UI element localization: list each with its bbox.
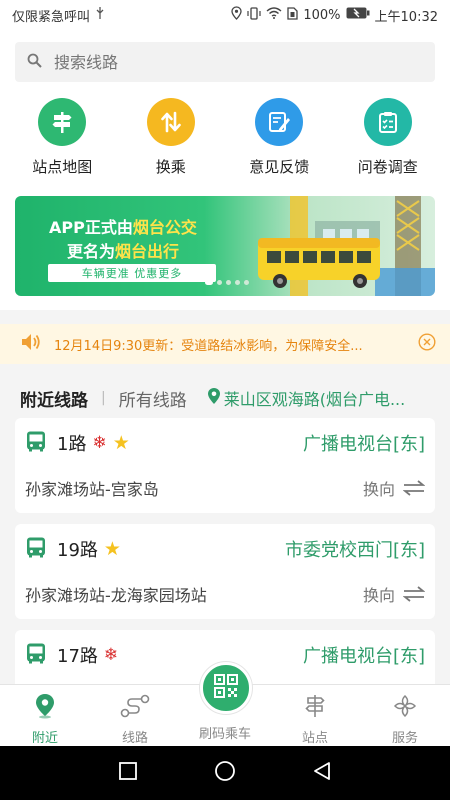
banner-dot[interactable] bbox=[217, 280, 222, 285]
swap-direction-button[interactable]: 换向 bbox=[363, 582, 425, 606]
banner-slogan: 车辆更准 优惠更多 bbox=[48, 264, 216, 282]
quick-transfer-label: 换乘 bbox=[155, 158, 186, 176]
tab-all-routes[interactable]: 所有线路 bbox=[119, 386, 187, 411]
qr-code-icon bbox=[213, 673, 239, 703]
swap-icon bbox=[403, 480, 425, 496]
snowflake-icon: ❄ bbox=[103, 645, 119, 665]
nav-routes-label: 线路 bbox=[121, 731, 148, 746]
route-destination: 广播电视台[东] bbox=[302, 434, 425, 455]
route-endpoints: 孙家滩场站-龙海家园场站 bbox=[25, 586, 207, 605]
location-pin-icon bbox=[207, 387, 221, 409]
signpost-icon bbox=[302, 693, 328, 723]
battery-percent: 100% bbox=[303, 7, 341, 23]
promo-banner[interactable]: APP正式由烟台公交 更名为烟台出行 车辆更准 优惠更多 bbox=[15, 196, 435, 296]
location-status-icon bbox=[231, 6, 243, 24]
nav-nearby-label: 附近 bbox=[31, 731, 58, 746]
back-button[interactable] bbox=[312, 761, 332, 785]
wifi-icon bbox=[266, 7, 282, 23]
system-nav-bar bbox=[0, 746, 450, 800]
tab-nearby-routes[interactable]: 附近线路 bbox=[20, 386, 88, 411]
route-tabs: 附近线路 | 所有线路 莱山区观海路(烟台广电... bbox=[0, 380, 450, 416]
banner-pagination bbox=[205, 280, 249, 285]
search-icon bbox=[27, 53, 42, 72]
nav-services[interactable]: 服务 bbox=[360, 685, 450, 746]
route-number: 1路 bbox=[57, 434, 87, 455]
location-pin-icon bbox=[34, 693, 56, 723]
route-destination: 市委党校西门[东] bbox=[284, 540, 425, 561]
tab-divider: | bbox=[101, 390, 106, 406]
quick-feedback-label: 意见反馈 bbox=[249, 158, 310, 176]
quick-transfer[interactable]: 换乘 bbox=[121, 98, 221, 177]
home-button[interactable] bbox=[214, 760, 236, 786]
quick-station-map[interactable]: 站点地图 bbox=[12, 98, 112, 177]
star-icon[interactable]: ★ bbox=[113, 432, 130, 454]
route-number: 17路 bbox=[57, 646, 98, 667]
top-section: 站点地图 换乘 意见反馈 问卷调查 bbox=[0, 30, 450, 310]
banner-dot[interactable] bbox=[235, 280, 240, 285]
route-icon bbox=[120, 693, 150, 723]
route-destination: 广播电视台[东] bbox=[302, 646, 425, 667]
nav-stations[interactable]: 站点 bbox=[270, 685, 360, 746]
quick-survey-label: 问卷调查 bbox=[357, 158, 418, 176]
banner-dot[interactable] bbox=[205, 280, 213, 285]
sim-icon bbox=[287, 6, 299, 24]
swap-direction-button[interactable]: 换向 bbox=[363, 476, 425, 500]
quick-station-map-label: 站点地图 bbox=[32, 158, 93, 176]
swap-icon bbox=[403, 586, 425, 602]
usb-icon bbox=[95, 7, 105, 23]
signpost-icon bbox=[38, 98, 87, 146]
route-number: 19路 bbox=[57, 540, 98, 561]
star-icon[interactable]: ★ bbox=[104, 538, 121, 560]
notice-bar[interactable]: 12月14日9:30更新：受道路结冰影响，为保障安全... bbox=[0, 324, 450, 364]
nav-stations-label: 站点 bbox=[301, 731, 328, 746]
nav-nearby[interactable]: 附近 bbox=[0, 685, 90, 746]
services-grid-icon bbox=[392, 693, 418, 723]
nav-routes[interactable]: 线路 bbox=[90, 685, 180, 746]
swap-direction-label: 换向 bbox=[362, 480, 395, 499]
vibrate-icon bbox=[247, 6, 261, 24]
route-card[interactable]: 1路 ❄ ★ 广播电视台[东] 孙家滩场站-宫家岛 换向 bbox=[15, 418, 435, 513]
nav-services-label: 服务 bbox=[391, 731, 418, 746]
route-card[interactable]: 19路 ★ 市委党校西门[东] 孙家滩场站-龙海家园场站 换向 bbox=[15, 524, 435, 619]
recents-button[interactable] bbox=[118, 761, 138, 785]
battery-icon bbox=[346, 7, 370, 23]
swap-direction-label: 换向 bbox=[362, 586, 395, 605]
quick-actions: 站点地图 换乘 意见反馈 问卷调查 bbox=[0, 98, 450, 177]
quick-feedback[interactable]: 意见反馈 bbox=[229, 98, 329, 177]
transfer-arrows-icon bbox=[146, 98, 195, 146]
banner-headline-2: 更名为烟台出行 bbox=[67, 242, 180, 261]
banner-dot[interactable] bbox=[244, 280, 249, 285]
search-input[interactable] bbox=[54, 52, 394, 72]
clipboard-checklist-icon bbox=[363, 98, 412, 146]
scan-qr-button[interactable] bbox=[200, 662, 252, 714]
bus-icon bbox=[25, 642, 47, 668]
clock: 上午10:32 bbox=[374, 9, 438, 25]
feedback-edit-icon bbox=[255, 98, 304, 146]
notice-text: 12月14日9:30更新：受道路结冰影响，为保障安全... bbox=[54, 338, 363, 354]
snowflake-icon: ❄ bbox=[92, 433, 107, 453]
bus-icon bbox=[25, 430, 47, 456]
speaker-icon bbox=[20, 332, 42, 356]
bus-icon bbox=[25, 536, 47, 562]
banner-headline-1: APP正式由烟台公交 bbox=[49, 218, 197, 237]
quick-survey[interactable]: 问卷调查 bbox=[338, 98, 438, 177]
search-bar[interactable] bbox=[15, 42, 435, 82]
close-icon[interactable] bbox=[418, 333, 436, 355]
banner-dot[interactable] bbox=[226, 280, 231, 285]
status-bar: 仅限紧急呼叫 100% 上午10:32 bbox=[0, 0, 450, 30]
route-endpoints: 孙家滩场站-宫家岛 bbox=[25, 480, 159, 499]
nav-scan-ride-label: 刷码乘车 bbox=[198, 727, 251, 742]
current-location[interactable]: 莱山区观海路(烟台广电... bbox=[207, 386, 420, 410]
carrier-text: 仅限紧急呼叫 bbox=[12, 9, 91, 25]
location-text: 莱山区观海路(烟台广电... bbox=[223, 390, 406, 409]
